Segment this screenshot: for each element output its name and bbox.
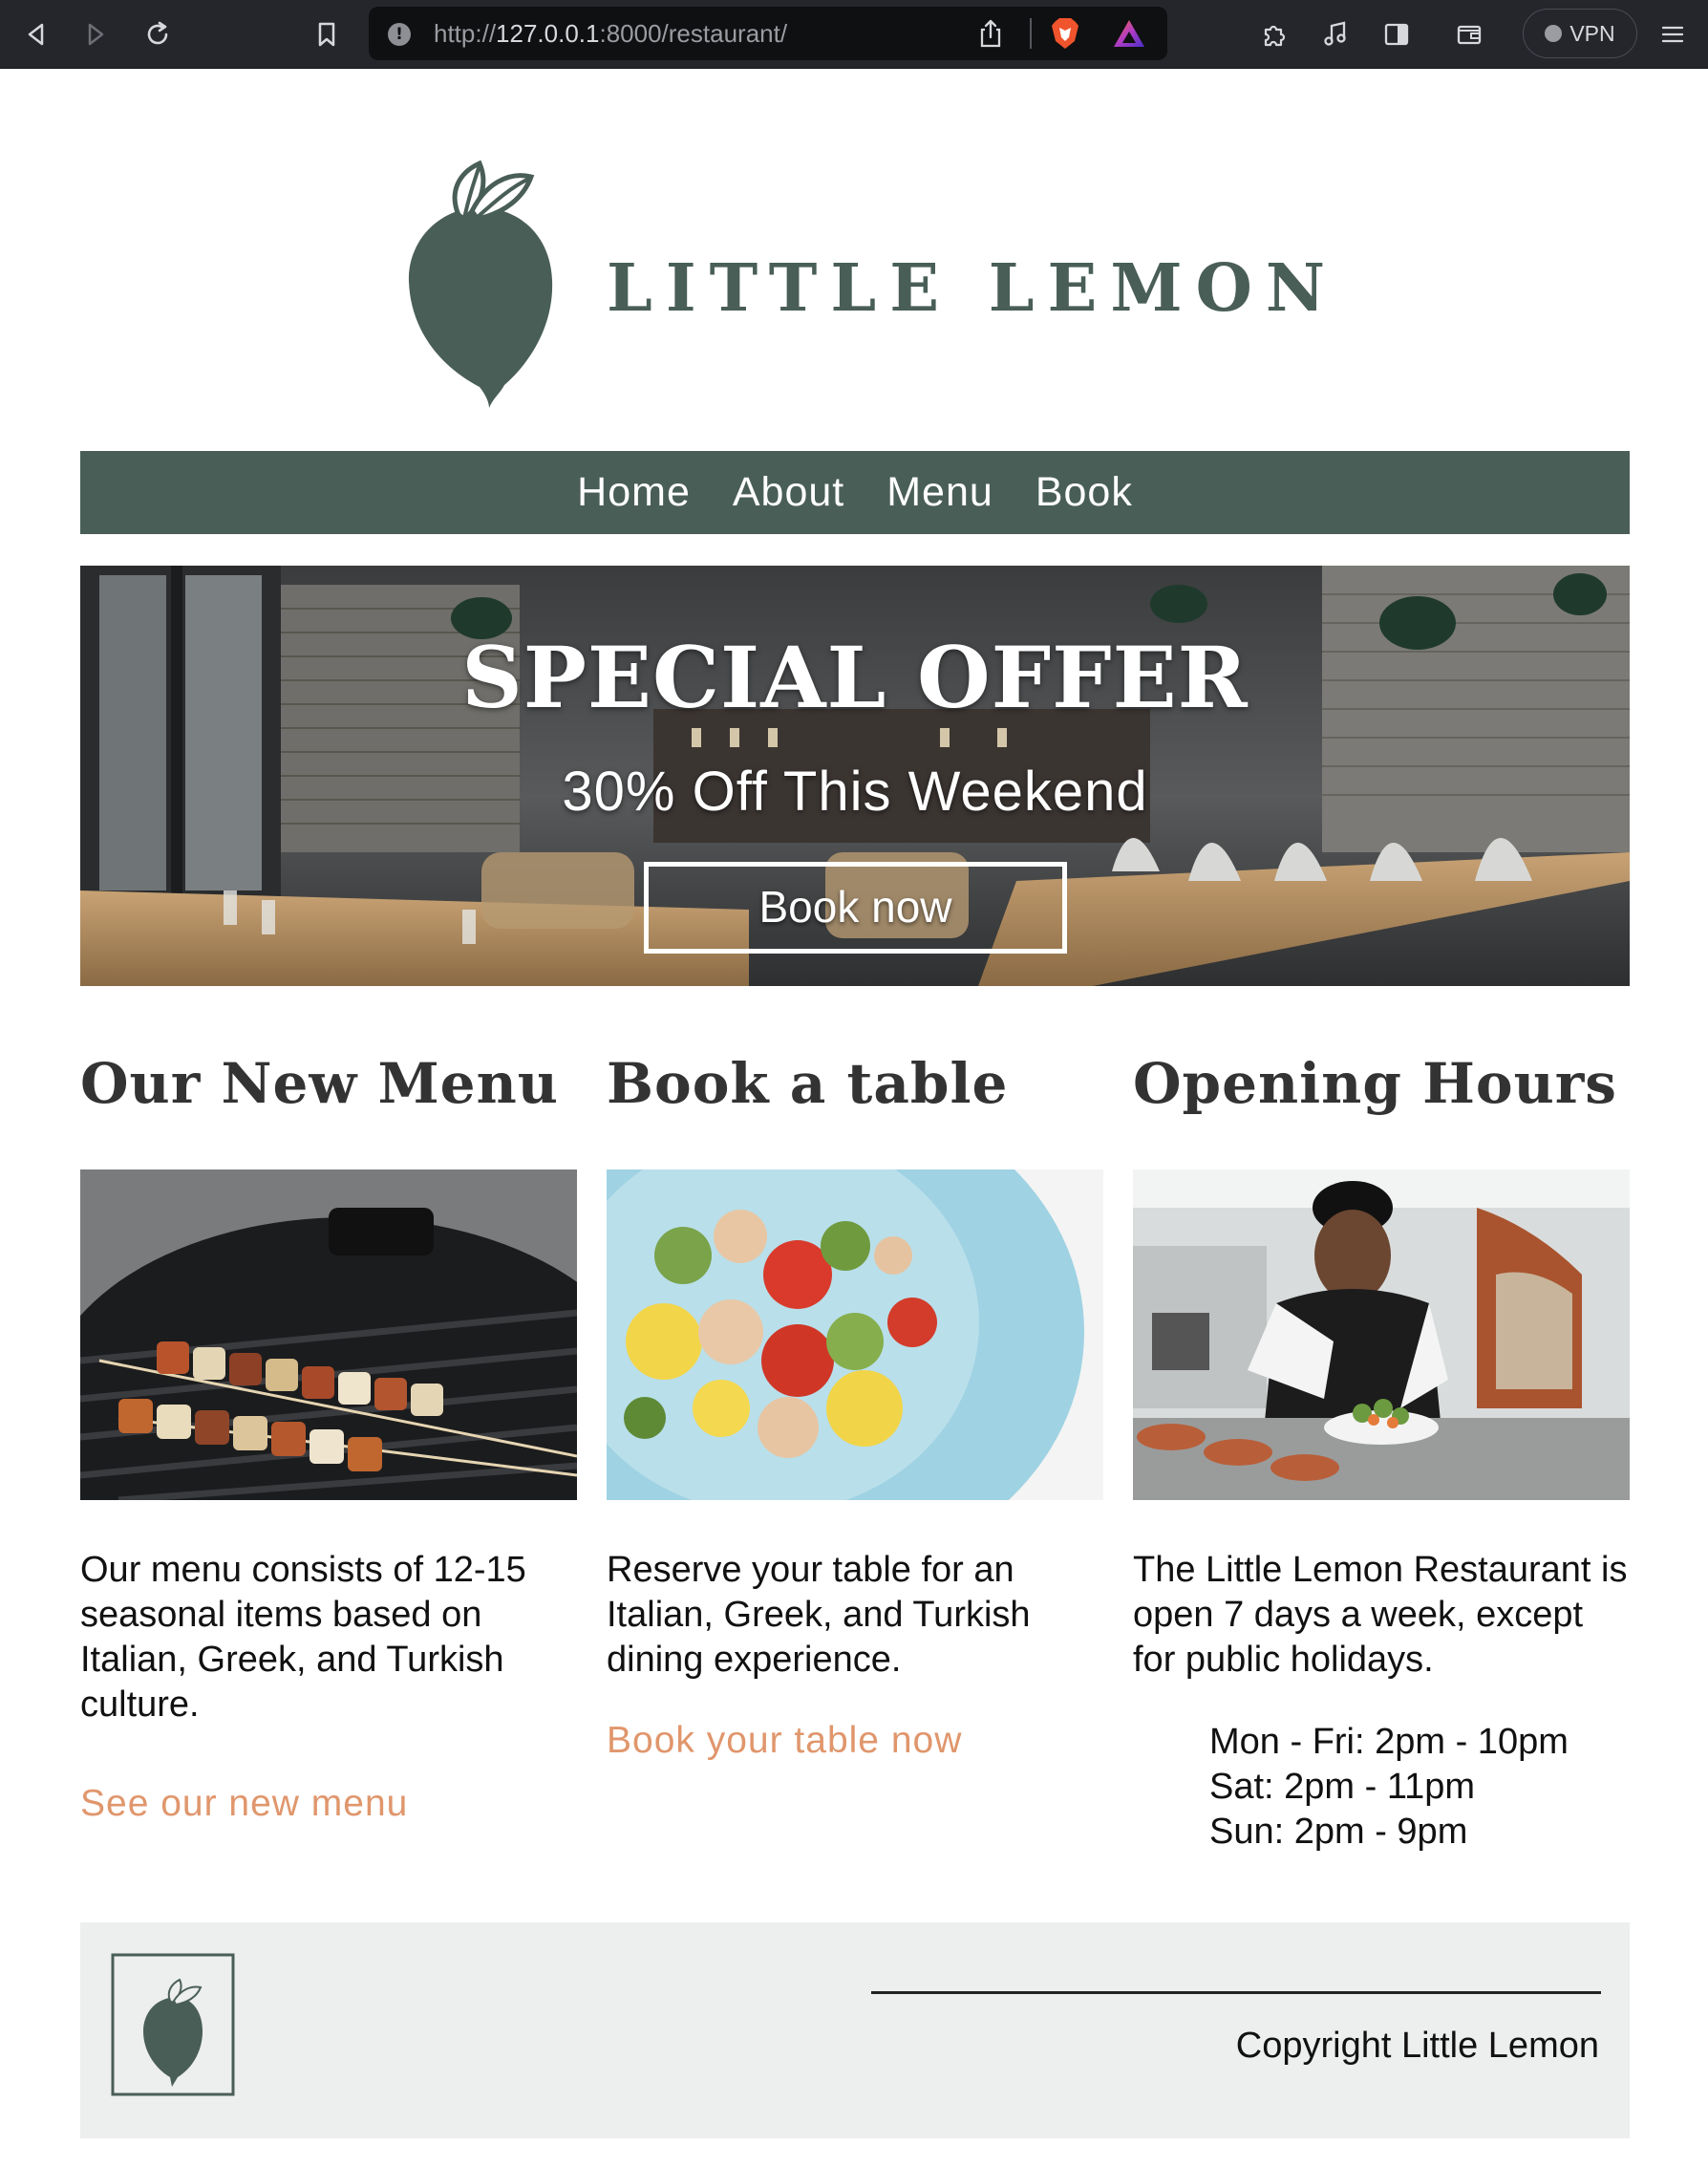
copyright-text: Copyright Little Lemon	[1235, 2026, 1599, 2066]
hours-saturday: Sat: 2pm - 11pm	[1209, 1767, 1476, 1807]
book-table-description: Reserve your table for an Italian, Greek…	[607, 1550, 1031, 1680]
nav-about[interactable]: About	[733, 469, 844, 516]
nav-menu[interactable]: Menu	[886, 469, 993, 516]
browser-toolbar: ! http://127.0.0.1:8000/restaurant/ VPN	[0, 0, 1708, 69]
reload-icon[interactable]	[140, 17, 175, 52]
wallet-icon[interactable]	[1452, 17, 1486, 52]
new-menu-description: Our menu consists of 12-15 seasonal item…	[80, 1550, 526, 1725]
address-bar[interactable]: ! http://127.0.0.1:8000/restaurant/	[369, 7, 1167, 60]
vpn-label: VPN	[1569, 20, 1615, 46]
lemon-logo-icon	[408, 160, 553, 408]
opening-hours-heading: Opening Hours	[1133, 1051, 1617, 1116]
brave-shields-icon[interactable]	[1049, 16, 1081, 51]
new-menu-heading: Our New Menu	[80, 1051, 559, 1116]
book-now-button[interactable]: Book now	[644, 862, 1067, 954]
book-table-section: Book a table Reserve your table for an I…	[607, 1051, 1103, 1761]
new-menu-section: Our New Menu Our menu consists of 12-15 …	[80, 1051, 577, 1824]
hours-weekdays: Mon - Fri: 2pm - 10pm	[1209, 1722, 1569, 1762]
special-offer-banner: SPECIAL OFFER 30% Off This Weekend Book …	[80, 566, 1630, 986]
opening-hours-section: Opening Hours The Little Lemon Restauran…	[1133, 1051, 1630, 1852]
salad-plate-photo	[607, 1169, 1103, 1500]
vpn-button[interactable]: VPN	[1523, 9, 1637, 58]
opening-hours-description: The Little Lemon Restaurant is open 7 da…	[1133, 1550, 1628, 1680]
chef-cooking-photo	[1133, 1169, 1630, 1500]
book-table-heading: Book a table	[607, 1051, 1009, 1116]
forward-icon[interactable]	[78, 17, 113, 52]
vpn-status-icon	[1545, 25, 1563, 42]
hours-sunday: Sun: 2pm - 9pm	[1209, 1812, 1468, 1852]
urlbar-divider	[1030, 18, 1032, 49]
brave-rewards-icon[interactable]	[1112, 18, 1146, 49]
see-menu-link[interactable]: See our new menu	[80, 1783, 408, 1825]
menu-icon[interactable]	[1655, 17, 1690, 52]
bookmark-icon[interactable]	[310, 17, 344, 52]
main-navigation: Home About Menu Book	[80, 451, 1630, 534]
hero-subtitle: 30% Off This Weekend	[562, 761, 1148, 823]
share-icon[interactable]	[976, 18, 1005, 49]
footer-logo-icon[interactable]	[111, 1953, 235, 2096]
site-logo[interactable]: LITTLE LEMON	[401, 158, 1325, 408]
hero-title: SPECIAL OFFER	[461, 628, 1249, 727]
sidebar-icon[interactable]	[1379, 17, 1414, 52]
nav-book[interactable]: Book	[1035, 469, 1133, 516]
footer-divider	[871, 1991, 1601, 1994]
media-icon[interactable]	[1318, 17, 1353, 52]
logo-wordmark: LITTLE LEMON	[607, 250, 1339, 327]
opening-hours-list: Mon - Fri: 2pm - 10pm Sat: 2pm - 11pm Su…	[1209, 1720, 1569, 1855]
extensions-icon[interactable]	[1257, 17, 1292, 52]
book-table-link[interactable]: Book your table now	[607, 1720, 962, 1762]
nav-home[interactable]: Home	[577, 469, 691, 516]
site-info-icon[interactable]: !	[388, 23, 411, 46]
back-icon[interactable]	[19, 17, 53, 52]
grilled-skewers-photo	[80, 1169, 577, 1500]
url-text: http://127.0.0.1:8000/restaurant/	[434, 19, 788, 48]
page-footer: Copyright Little Lemon	[80, 1922, 1630, 2138]
